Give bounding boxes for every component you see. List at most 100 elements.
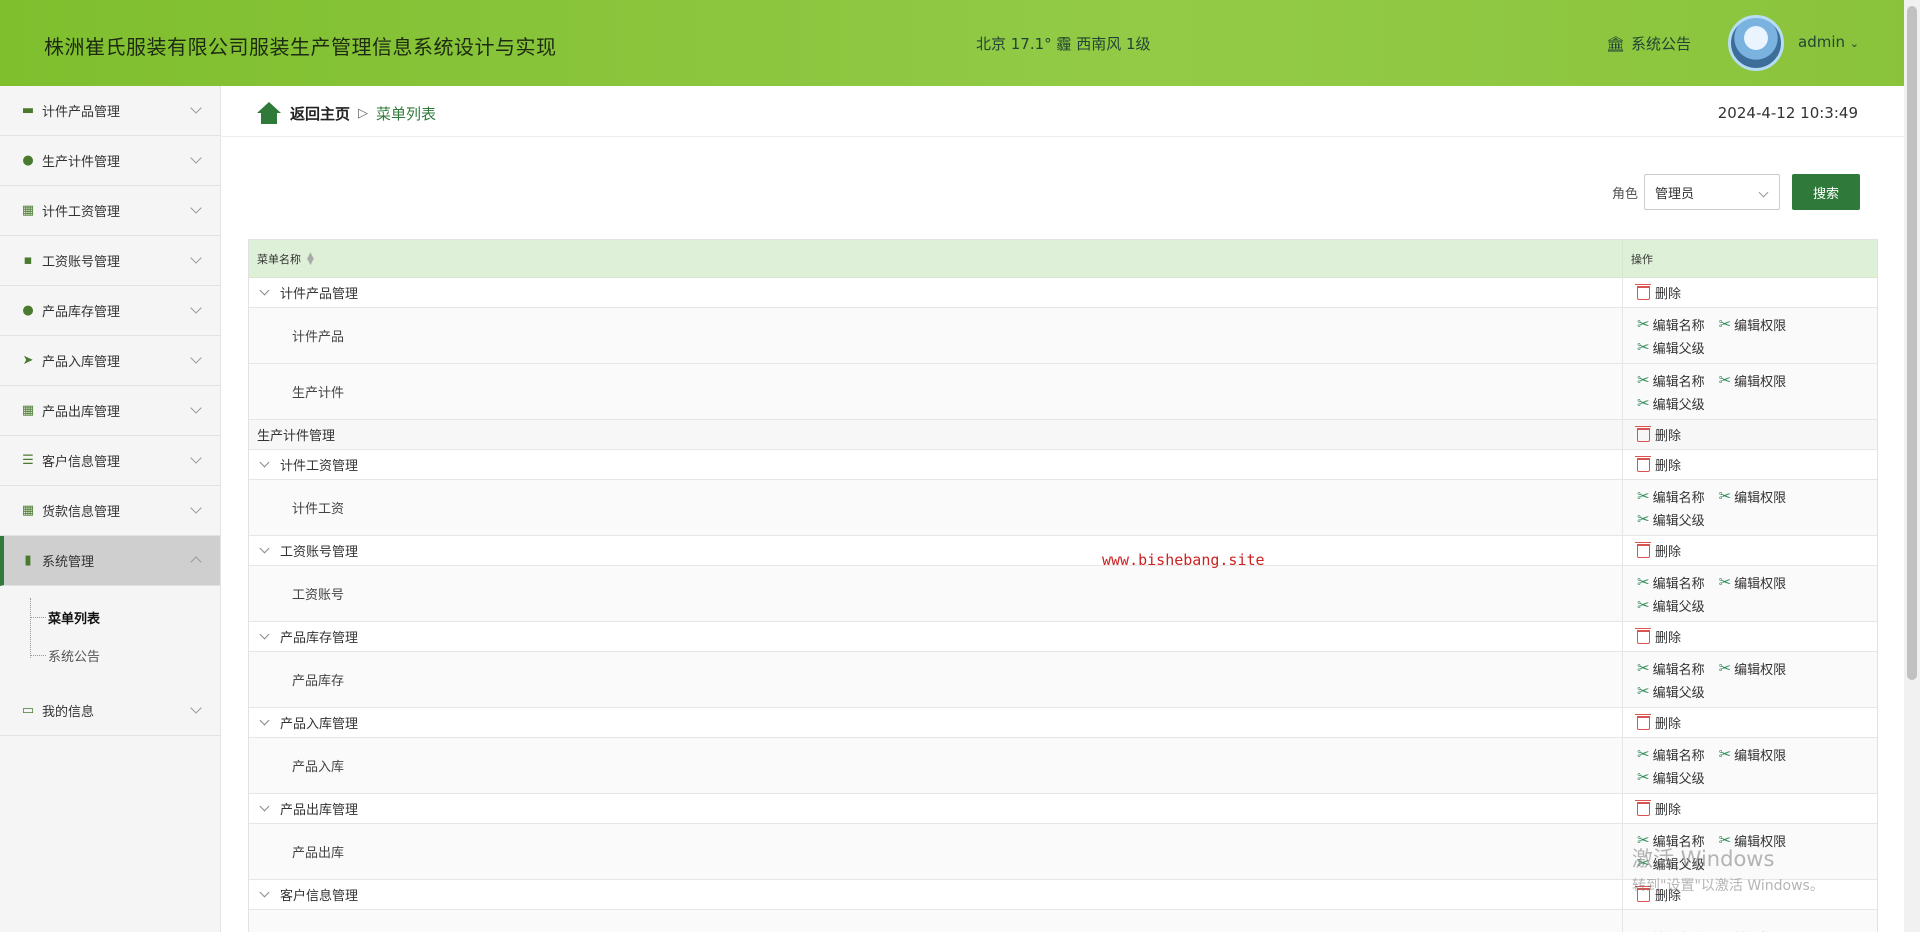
edit-button[interactable]: ✂编辑权限: [1719, 315, 1787, 334]
actions-cell: ✂ 编辑名称 ✂ 编辑权限 ✂ 编辑父级: [1623, 308, 1877, 363]
menu-name-cell: 计件工资: [249, 480, 1623, 535]
edit-button[interactable]: ✂编辑权限: [1719, 573, 1787, 592]
wrench-icon: ✂: [1637, 573, 1650, 591]
edit-button[interactable]: ✂编辑权限: [1719, 745, 1787, 764]
edit-button[interactable]: ✂编辑权限: [1719, 371, 1787, 390]
wrench-icon: ✂: [1637, 371, 1650, 389]
trash-icon: [1635, 425, 1651, 442]
action-label: 删除: [1655, 545, 1682, 560]
sidebar-item[interactable]: ▪ 工资账号管理: [0, 236, 220, 286]
sidebar-item[interactable]: ▦ 产品出库管理: [0, 386, 220, 436]
delete-button[interactable]: 删除: [1635, 455, 1681, 474]
scrollbar-thumb[interactable]: [1907, 6, 1917, 680]
action-line: 删除: [1635, 455, 1877, 474]
edit-button[interactable]: ✂ 编辑父级: [1637, 768, 1705, 787]
expand-caret-icon[interactable]: [259, 457, 270, 468]
action-label: 编辑名称: [1652, 318, 1705, 334]
sidebar-item[interactable]: ▬ 计件产品管理: [0, 86, 220, 136]
search-button[interactable]: 搜索: [1792, 174, 1860, 210]
action-label: 编辑权限: [1734, 748, 1787, 764]
sidebar-item-label: 客户信息管理: [42, 455, 121, 470]
delete-button[interactable]: 删除: [1635, 799, 1682, 818]
menu-name-cell: 工资账号: [249, 566, 1623, 621]
menu-name-cell: 计件产品管理: [249, 278, 1623, 307]
user-menu[interactable]: admin ⌄: [1798, 33, 1859, 51]
edit-button[interactable]: ✂ 编辑父级: [1637, 338, 1705, 357]
edit-button[interactable]: ✂编辑权限: [1719, 487, 1787, 506]
menu-name: 工资账号管理: [280, 545, 359, 560]
action-line: ✂编辑名称✂编辑权限: [1637, 573, 1877, 592]
edit-button[interactable]: ✂编辑权限: [1719, 928, 1787, 932]
avatar[interactable]: [1728, 15, 1784, 71]
trash-icon: [1635, 283, 1651, 300]
sidebar-item-label: 产品库存管理: [42, 305, 121, 320]
edit-button[interactable]: ✂编辑名称: [1637, 315, 1705, 334]
sidebar-item[interactable]: ▮ 系统管理: [0, 536, 220, 586]
ticket-icon: ▮: [24, 552, 32, 568]
action-label: 删除: [1655, 803, 1682, 818]
action-label: 编辑权限: [1734, 662, 1787, 678]
delete-button[interactable]: 删除: [1635, 425, 1681, 444]
sidebar-item[interactable]: ▦ 计件工资管理: [0, 186, 220, 236]
delete-button[interactable]: 删除: [1635, 713, 1681, 732]
sort-icon[interactable]: ▲ ▼: [307, 251, 314, 266]
weather-info: 北京 17.1° 霾 西南风 1级: [976, 35, 1151, 53]
submenu-item[interactable]: 菜单列表: [30, 598, 220, 636]
notice-button[interactable]: 🏛 系统公告: [1606, 33, 1691, 54]
actions-cell: ✂ 编辑名称 ✂ 编辑权限 ✂ 编辑父级: [1623, 652, 1877, 707]
trash-icon: [1635, 799, 1651, 816]
expand-caret-icon[interactable]: [259, 285, 270, 296]
edit-button[interactable]: ✂编辑名称: [1637, 487, 1705, 506]
expand-caret-icon[interactable]: [259, 543, 270, 554]
sidebar-item[interactable]: ☰ 客户信息管理: [0, 436, 220, 486]
delete-button[interactable]: 删除: [1635, 283, 1681, 302]
action-line: ✂编辑名称 ✂编辑权限: [1637, 928, 1877, 932]
sidebar-item[interactable]: ▦ 货款信息管理: [0, 486, 220, 536]
edit-button[interactable]: ✂ 编辑父级: [1637, 682, 1705, 701]
edit-button[interactable]: ✂编辑名称: [1637, 659, 1705, 678]
action-line: ✂ 编辑父级: [1637, 510, 1877, 529]
action-label: 编辑权限: [1734, 576, 1787, 592]
wallet-icon: ▬: [21, 102, 35, 118]
menu-name-cell: 客户信息管理: [249, 880, 1623, 909]
submenu-item[interactable]: 系统公告: [30, 636, 220, 674]
expand-caret-icon[interactable]: [259, 629, 270, 640]
edit-button[interactable]: ✂编辑权限: [1719, 659, 1787, 678]
sidebar-item[interactable]: ● 产品库存管理: [0, 286, 220, 336]
edit-button[interactable]: ✂ 编辑父级: [1637, 394, 1705, 413]
edit-button[interactable]: ✂ 编辑父级: [1637, 596, 1705, 615]
expand-caret-icon[interactable]: [259, 887, 270, 898]
column-header-actions: 操作: [1623, 240, 1877, 277]
table-header: 菜单名称 ▲ ▼ 操作: [249, 240, 1877, 278]
action-label: 编辑父级: [1652, 771, 1705, 787]
edit-button[interactable]: ✂编辑名称: [1637, 928, 1705, 932]
chevron-down-icon: [190, 452, 202, 464]
menu-name-cell: 生产计件: [249, 364, 1623, 419]
edit-button[interactable]: ✂ 编辑父级: [1637, 510, 1705, 529]
table-row: 产品库存 ✂ 编辑名称 ✂ 编辑权限 ✂ 编辑父级: [249, 652, 1877, 708]
action-line: ✂ 编辑父级: [1637, 338, 1877, 357]
sidebar-item-my-info[interactable]: ▭ 我的信息: [0, 686, 220, 736]
home-icon[interactable]: [256, 102, 282, 124]
delete-button[interactable]: 删除: [1635, 627, 1681, 646]
menu-name-cell: 产品入库管理: [249, 708, 1623, 737]
edit-button[interactable]: ✂编辑名称: [1637, 371, 1705, 390]
breadcrumb-home-link[interactable]: 返回主页: [290, 103, 350, 124]
delete-button[interactable]: 删除: [1635, 541, 1682, 560]
table-row: 计件工资管理 删除: [249, 450, 1877, 480]
action-line: 删除: [1635, 713, 1877, 732]
actions-cell: 删除: [1623, 450, 1877, 479]
grid-icon: ▦: [21, 202, 35, 218]
edit-button[interactable]: ✂编辑名称: [1637, 573, 1705, 592]
role-select[interactable]: 管理员: [1644, 174, 1780, 210]
column-header-menu-name[interactable]: 菜单名称 ▲ ▼: [249, 240, 1623, 277]
edit-button[interactable]: ✂编辑名称: [1637, 745, 1705, 764]
actions-cell: ✂ 编辑名称 ✂ 编辑权限 ✂ 编辑父级: [1623, 566, 1877, 621]
table-row: 工资账号 ✂ 编辑名称 ✂ 编辑权限 ✂ 编辑父级: [249, 566, 1877, 622]
sidebar-item[interactable]: ● 生产计件管理: [0, 136, 220, 186]
action-label: 编辑权限: [1734, 490, 1787, 506]
expand-caret-icon[interactable]: [259, 801, 270, 812]
expand-caret-icon[interactable]: [259, 715, 270, 726]
sidebar-item[interactable]: ➤ 产品入库管理: [0, 336, 220, 386]
action-line: 删除: [1635, 425, 1877, 444]
